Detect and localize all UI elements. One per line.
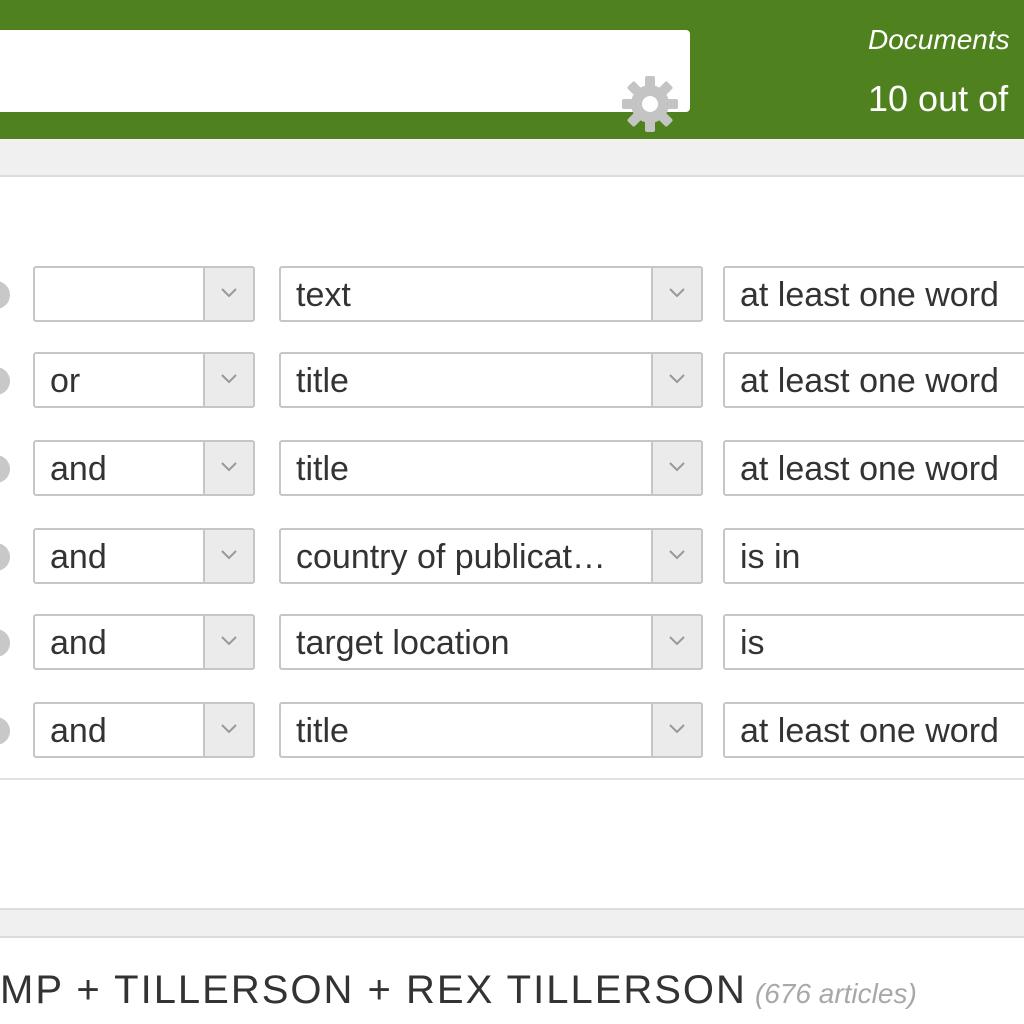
chevron-down-icon[interactable] (651, 354, 701, 406)
search-input[interactable] (0, 30, 600, 112)
field-value: title (296, 450, 349, 488)
operator-value: and (50, 624, 107, 662)
section-band (0, 908, 1024, 938)
condition-value: at least one word (740, 450, 999, 488)
row-radio[interactable] (0, 543, 10, 571)
documents-label: Documents (868, 24, 1010, 55)
condition-value: at least one word (740, 712, 999, 750)
condition-value: at least one word (740, 276, 999, 314)
field-select[interactable]: title (279, 702, 703, 758)
condition-select[interactable]: is in (723, 528, 1024, 584)
condition-value: at least one word (740, 362, 999, 400)
operator-select[interactable]: or (33, 352, 255, 408)
chevron-down-icon[interactable] (203, 616, 253, 668)
filter-row: and country of publicat… is in (0, 528, 1024, 588)
article-count: (676 articles) (754, 978, 917, 1009)
chevron-down-icon[interactable] (203, 354, 253, 406)
condition-select[interactable]: at least one word (723, 352, 1024, 408)
filter-row: and title at least one word (0, 440, 1024, 500)
condition-select[interactable]: is (723, 614, 1024, 670)
chevron-down-icon[interactable] (651, 442, 701, 494)
field-value: title (296, 362, 349, 400)
chevron-down-icon[interactable] (651, 268, 701, 320)
divider (0, 778, 1024, 780)
row-radio[interactable] (0, 367, 10, 395)
search-box (0, 30, 690, 132)
field-select[interactable]: target location (279, 614, 703, 670)
operator-value: or (50, 362, 81, 400)
operator-select[interactable]: and (33, 614, 255, 670)
operator-value: and (50, 450, 107, 488)
gear-icon[interactable] (622, 76, 678, 132)
operator-select[interactable]: and (33, 702, 255, 758)
documents-count: 10 out of (868, 78, 1009, 119)
chevron-down-icon[interactable] (651, 704, 701, 756)
chevron-down-icon[interactable] (203, 268, 253, 320)
operator-select[interactable]: and (33, 440, 255, 496)
condition-select[interactable]: at least one word (723, 702, 1024, 758)
operator-select[interactable] (33, 266, 255, 322)
field-value: title (296, 712, 349, 750)
field-value: country of publicat… (296, 538, 606, 576)
chevron-down-icon[interactable] (203, 704, 253, 756)
field-select[interactable]: title (279, 440, 703, 496)
row-radio[interactable] (0, 455, 10, 483)
chevron-down-icon[interactable] (203, 530, 253, 582)
query-title-text: MP + TILLERSON + REX TILLERSON (0, 968, 747, 1012)
header-bar: Documents 10 out of (0, 0, 1024, 139)
chevron-down-icon[interactable] (651, 530, 701, 582)
filter-row: and title at least one word (0, 702, 1024, 762)
field-value: target location (296, 624, 510, 662)
operator-value: and (50, 712, 107, 750)
row-radio[interactable] (0, 629, 10, 657)
chevron-down-icon[interactable] (651, 616, 701, 668)
row-radio[interactable] (0, 717, 10, 745)
operator-select[interactable]: and (33, 528, 255, 584)
filter-row: and target location is (0, 614, 1024, 674)
field-select[interactable]: country of publicat… (279, 528, 703, 584)
condition-select[interactable]: at least one word (723, 266, 1024, 322)
condition-value: is in (740, 538, 801, 576)
field-select[interactable]: title (279, 352, 703, 408)
toolbar-band (0, 139, 1024, 177)
filter-row: text at least one word (0, 266, 1024, 326)
field-value: text (296, 276, 351, 314)
condition-select[interactable]: at least one word (723, 440, 1024, 496)
chevron-down-icon[interactable] (203, 442, 253, 494)
field-select[interactable]: text (279, 266, 703, 322)
condition-value: is (740, 624, 765, 662)
operator-value: and (50, 538, 107, 576)
row-radio[interactable] (0, 281, 10, 309)
filter-row: or title at least one word (0, 352, 1024, 412)
query-title[interactable]: MP + TILLERSON + REX TILLERSON (676 artic… (0, 968, 917, 1013)
